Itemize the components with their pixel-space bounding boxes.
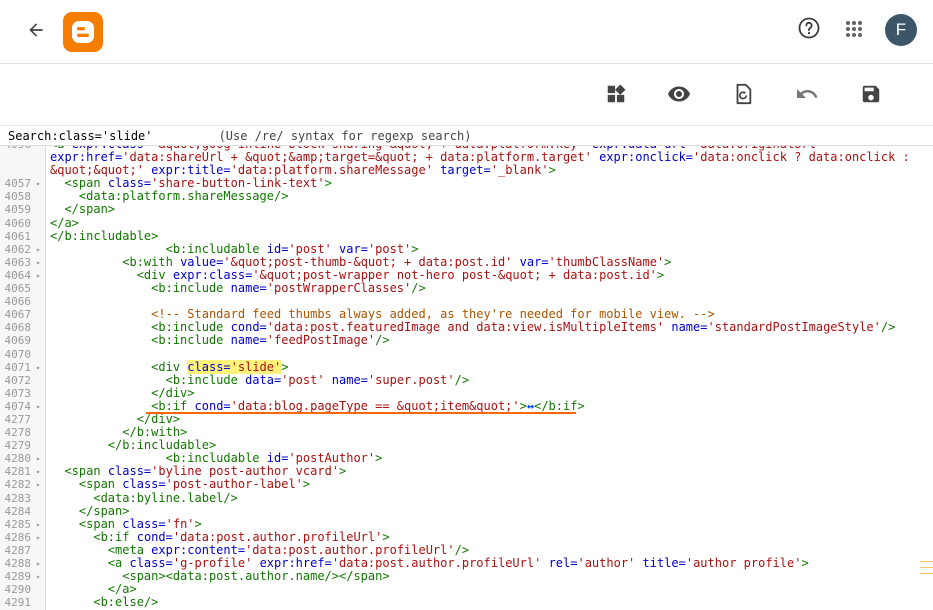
line-number: 4074 xyxy=(4,399,32,413)
fold-toggle-icon[interactable]: ▸ xyxy=(36,361,41,374)
search-bar: Search: (Use /re/ syntax for regexp sear… xyxy=(0,126,933,146)
save-button[interactable] xyxy=(857,80,885,108)
code-line[interactable]: 4061 </b:includable> xyxy=(0,228,920,243)
widgets-icon xyxy=(607,84,626,103)
fold-toggle-icon[interactable]: ▸ xyxy=(36,518,41,531)
fold-toggle-icon[interactable]: ▸ xyxy=(36,531,41,544)
code-line[interactable]: 4069 <b:include name='feedPostImage'/> xyxy=(0,333,920,348)
line-number: 4066 xyxy=(4,295,32,309)
code-editor[interactable]: 4056▸<a expr:class='&quot;goog-inline-bl… xyxy=(0,146,920,610)
line-number: 4057 xyxy=(4,177,32,191)
fold-toggle-icon[interactable]: ▸ xyxy=(36,478,41,491)
scrollbar-match-markers xyxy=(920,561,933,579)
save-icon xyxy=(862,85,880,103)
fold-toggle-icon[interactable]: ▸ xyxy=(36,570,41,583)
line-number: 4065 xyxy=(4,282,32,296)
line-number: 4061 xyxy=(4,229,32,243)
code-line[interactable]: 4070 xyxy=(0,348,920,361)
eye-icon xyxy=(668,86,690,102)
line-number: 4070 xyxy=(4,347,32,361)
fold-toggle-icon[interactable]: ▸ xyxy=(36,269,41,282)
help-circle-icon xyxy=(798,17,820,39)
line-number: 4062 xyxy=(4,242,32,256)
fold-toggle-icon[interactable]: ▸ xyxy=(36,400,41,413)
line-number: 4068 xyxy=(4,321,32,335)
back-button[interactable] xyxy=(20,14,52,46)
line-number: 4282 xyxy=(4,478,32,492)
fold-toggle-icon[interactable]: ▸ xyxy=(36,177,41,190)
code-line[interactable]: 4283 <data:byline.label/> xyxy=(0,491,920,505)
line-number: 4287 xyxy=(4,543,32,557)
search-label: Search: xyxy=(8,128,59,143)
fold-toggle-icon[interactable]: ▸ xyxy=(36,452,41,465)
code-line[interactable]: 4289 ▸ <span><data:post.author.name/></sp… xyxy=(0,570,920,584)
undo-icon xyxy=(797,89,818,98)
code-text: <b:include name='feedPostImage'/> xyxy=(151,333,390,348)
line-number: 4072 xyxy=(4,373,32,387)
search-input[interactable] xyxy=(58,128,199,143)
line-number: 4281 xyxy=(4,465,32,479)
code-text: <b:include data='post' name='super.post'… xyxy=(165,372,470,387)
code-line[interactable]: 4059 </span> xyxy=(0,203,920,217)
line-number: 4073 xyxy=(4,386,32,400)
undo-button[interactable] xyxy=(793,80,821,108)
widgets-button[interactable] xyxy=(602,80,630,108)
line-number: 4291 xyxy=(4,596,32,610)
line-number: 4284 xyxy=(4,504,32,518)
line-number: 4071 xyxy=(4,360,32,374)
line-number: 4279 xyxy=(4,439,32,453)
vertical-scrollbar[interactable] xyxy=(920,146,933,610)
code-text: </b:includable> xyxy=(50,228,159,243)
line-number: 4283 xyxy=(4,491,32,505)
line-number: 4286 xyxy=(4,530,32,544)
line-number: 4290 xyxy=(4,583,32,597)
editor-toolbar xyxy=(0,64,933,126)
code-text: <b:else/> xyxy=(93,595,159,610)
restore-icon xyxy=(736,83,752,105)
line-number: 4280 xyxy=(4,452,32,466)
code-line[interactable]: 4291 <b:else/> xyxy=(0,595,920,610)
line-number: 4059 xyxy=(4,203,32,217)
fold-toggle-icon[interactable]: ▸ xyxy=(36,243,41,256)
preview-button[interactable] xyxy=(665,80,693,108)
line-number: 4289 xyxy=(4,570,32,584)
line-number: 4067 xyxy=(4,308,32,322)
line-number: 4278 xyxy=(4,426,32,440)
restore-button[interactable] xyxy=(729,80,757,108)
line-number: 4288 xyxy=(4,557,32,570)
code-text: <b:if cond='data:blog.pageType == &quot;… xyxy=(151,398,585,413)
fold-toggle-icon[interactable]: ▸ xyxy=(36,465,41,478)
line-number: 4063 xyxy=(4,255,32,269)
apps-button[interactable] xyxy=(840,15,868,43)
avatar[interactable]: F xyxy=(885,14,917,46)
line-number: 4069 xyxy=(4,334,32,348)
app-bar: F xyxy=(0,0,933,64)
search-hint: (Use /re/ syntax for regexp search) xyxy=(218,128,472,143)
blogger-logo-icon[interactable] xyxy=(63,12,103,52)
line-number: 4277 xyxy=(4,412,32,426)
code-line[interactable]: 4058 <data:platform.shareMessage/> xyxy=(0,190,920,204)
line-number: 4058 xyxy=(4,190,32,204)
code-line[interactable]: 4065 <b:include name='postWrapperClasses… xyxy=(0,281,920,296)
line-number: 4064 xyxy=(4,268,32,282)
search-match-underline xyxy=(146,412,576,415)
line-number: 4285 xyxy=(4,517,32,531)
code-line[interactable]: 4072 <b:include data='post' name='super.… xyxy=(0,372,920,387)
arrow-left-icon xyxy=(29,23,43,37)
code-lines: 4056▸<a expr:class='&quot;goog-inline-bl… xyxy=(0,146,920,609)
code-text: <b:include name='postWrapperClasses'/> xyxy=(151,281,426,296)
fold-toggle-icon[interactable]: ▸ xyxy=(36,557,41,570)
help-button[interactable] xyxy=(795,14,823,42)
fold-toggle-icon[interactable]: ▸ xyxy=(36,256,41,269)
line-number: 4060 xyxy=(4,216,32,230)
apps-grid-icon xyxy=(846,21,862,37)
